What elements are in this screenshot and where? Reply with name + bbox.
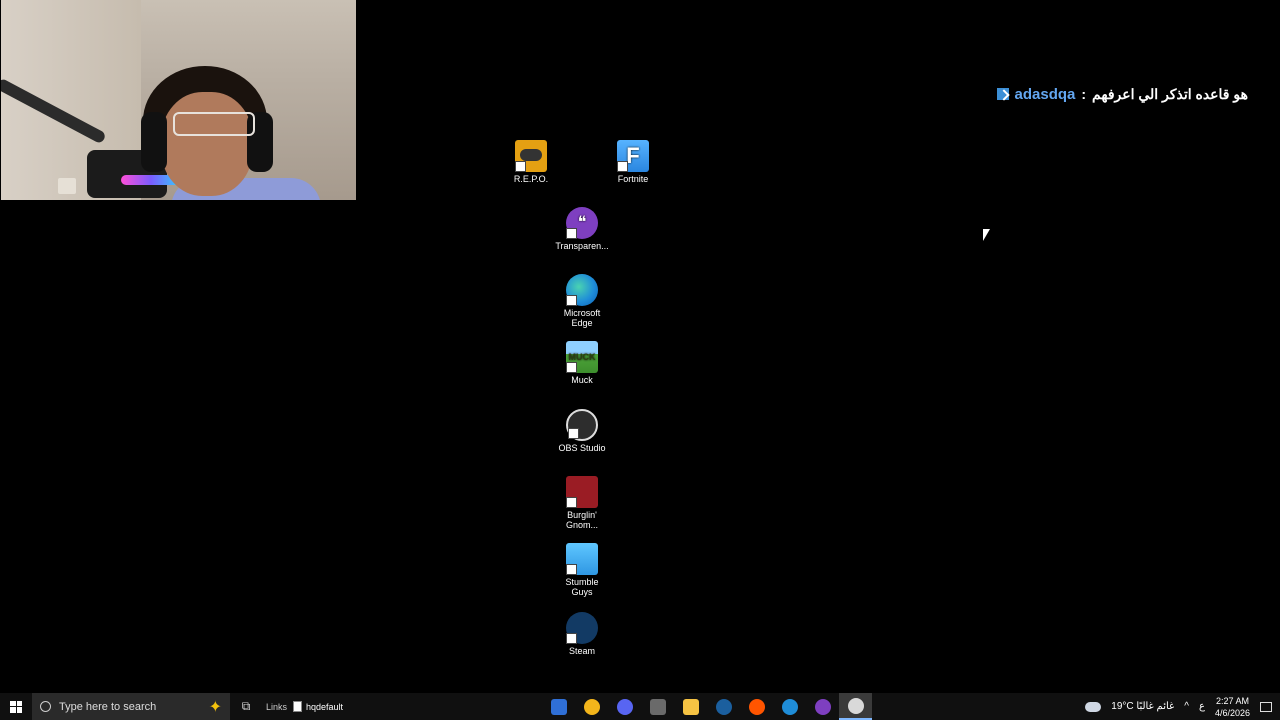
desktop-icon-label: R.E.P.O. xyxy=(513,174,549,184)
desktop-icon-repo[interactable]: R.E.P.O. xyxy=(494,140,568,184)
gnome-icon xyxy=(566,476,598,508)
desktop-icon-label: Fortnite xyxy=(617,174,649,184)
folder-icon xyxy=(682,698,699,715)
clock-date: 4/6/2026 xyxy=(1214,707,1250,718)
link-label: hqdefault xyxy=(306,701,344,712)
chat-message: adasdqa : هو قاعده اتذكر الي اعرفهم xyxy=(996,84,1248,104)
chat-username: adasdqa xyxy=(1014,85,1076,103)
taskbar-app-steam[interactable] xyxy=(707,693,740,720)
clock-time: 2:27 AM xyxy=(1215,695,1249,706)
desktop-icon-label: Stumble xyxy=(565,577,599,587)
edge-icon xyxy=(566,274,598,306)
taskbar-app-soundcloud[interactable] xyxy=(740,693,773,720)
desktop-icon-fortnite[interactable]: F Fortnite xyxy=(596,140,670,184)
glasses xyxy=(173,112,255,136)
notification-icon[interactable] xyxy=(1260,701,1272,712)
fortnite-icon: F xyxy=(617,140,649,172)
taskbar-app-edge[interactable] xyxy=(773,693,806,720)
desktop-icon-label: Transparen... xyxy=(555,241,609,251)
outlook-icon xyxy=(550,698,567,715)
muck-icon: MUCK xyxy=(566,341,598,373)
desktop-icon-obs[interactable]: OBS Studio xyxy=(545,409,619,453)
desktop-icon-label: Burglin' xyxy=(567,510,597,520)
document-icon xyxy=(293,701,303,712)
shortcut-arrow-icon xyxy=(566,497,577,508)
shortcut-arrow-icon xyxy=(617,161,628,172)
system-tray: 19°C غائم غالبًا ^ ع 2:27 AM 4/6/2026 xyxy=(1085,693,1280,720)
desktop-icon-label: Muck xyxy=(571,375,593,385)
task-view-icon: ⧉ xyxy=(241,699,251,713)
shortcut-arrow-icon xyxy=(566,228,577,239)
shortcut-arrow-icon xyxy=(566,295,577,306)
taskbar-app-outlook[interactable] xyxy=(542,693,575,720)
start-button[interactable] xyxy=(0,693,32,720)
taskbar-app-discord-yellow[interactable] xyxy=(575,693,608,720)
shortcut-arrow-icon xyxy=(515,161,526,172)
clock[interactable]: 2:27 AM 4/6/2026 xyxy=(1215,695,1250,719)
quote-bubble-icon: ❝ xyxy=(566,207,598,239)
taskbar-app-file-explorer[interactable] xyxy=(674,693,707,720)
chat-text: هو قاعده اتذكر الي اعرفهم xyxy=(1092,85,1248,102)
desktop-icon-label: OBS Studio xyxy=(558,443,606,453)
desktop-icon-label-2: Gnom... xyxy=(565,520,598,530)
webcam-overlay xyxy=(1,0,356,200)
repo-icon xyxy=(515,140,547,172)
steam-icon xyxy=(715,698,732,715)
shortcut-arrow-icon xyxy=(566,633,577,644)
search-icon xyxy=(40,701,51,712)
task-view-button[interactable]: ⧉ xyxy=(230,699,262,714)
search-box[interactable]: Type here to search ✦ xyxy=(32,693,230,720)
taskbar: Type here to search ✦ ⧉ Links hqdefault … xyxy=(0,693,1280,720)
desktop-icon-label-2: Guys xyxy=(571,587,593,597)
desktop-icon-transparent[interactable]: ❝ Transparen... xyxy=(545,207,619,251)
link-hqdefault[interactable]: hqdefault xyxy=(293,701,343,712)
sparkle-icon: ✦ xyxy=(208,698,222,716)
taskbar-app-obs[interactable] xyxy=(839,693,872,720)
chat-separator: : xyxy=(1081,86,1087,102)
desktop-icon-edge[interactable]: Microsoft Edge xyxy=(545,274,619,328)
desktop-icon-steam[interactable]: Steam xyxy=(545,612,619,656)
desktop-icon-burglin-gnomes[interactable]: Burglin' Gnom... xyxy=(545,476,619,530)
desktop-icon-label: Microsoft xyxy=(563,308,601,318)
cloud-icon[interactable] xyxy=(1085,701,1102,712)
edge-icon xyxy=(781,698,798,715)
desktop-icon-stumble-guys[interactable]: Stumble Guys xyxy=(545,543,619,597)
desktop-icon-muck[interactable]: MUCK Muck xyxy=(545,341,619,385)
shortcut-arrow-icon xyxy=(566,362,577,373)
language-indicator[interactable]: ع xyxy=(1199,701,1205,712)
windows-logo-icon xyxy=(10,700,22,713)
taskbar-app-transparent[interactable] xyxy=(806,693,839,720)
desktop-icon-label-2: Edge xyxy=(571,318,593,328)
pinned-apps xyxy=(542,693,872,720)
moderator-badge-icon xyxy=(996,88,1009,100)
desktop-icon-label: Steam xyxy=(568,646,595,656)
taskbar-app-photo[interactable] xyxy=(641,693,674,720)
chevron-up-icon[interactable]: ^ xyxy=(1184,701,1189,712)
webcam-outlet xyxy=(58,178,76,194)
weather-text[interactable]: 19°C غائم غالبًا xyxy=(1111,701,1174,712)
headphone-left xyxy=(141,112,167,172)
discord-yellow-icon xyxy=(583,698,600,715)
stumble-guys-icon xyxy=(566,543,598,575)
soundcloud-icon xyxy=(748,698,765,715)
taskbar-app-discord[interactable] xyxy=(608,693,641,720)
obs-icon xyxy=(847,697,864,714)
obs-icon xyxy=(566,409,598,441)
discord-icon xyxy=(616,698,633,715)
search-placeholder: Type here to search xyxy=(59,700,157,713)
shortcut-arrow-icon xyxy=(566,564,577,575)
mouse-cursor-icon xyxy=(983,229,990,241)
quote-bubble-icon xyxy=(814,698,831,715)
shortcut-arrow-icon xyxy=(568,428,579,439)
links-label[interactable]: Links xyxy=(266,702,287,712)
photo-icon xyxy=(649,698,666,715)
links-toolbar: Links hqdefault xyxy=(266,701,343,712)
person-face xyxy=(161,92,253,196)
steam-icon xyxy=(566,612,598,644)
